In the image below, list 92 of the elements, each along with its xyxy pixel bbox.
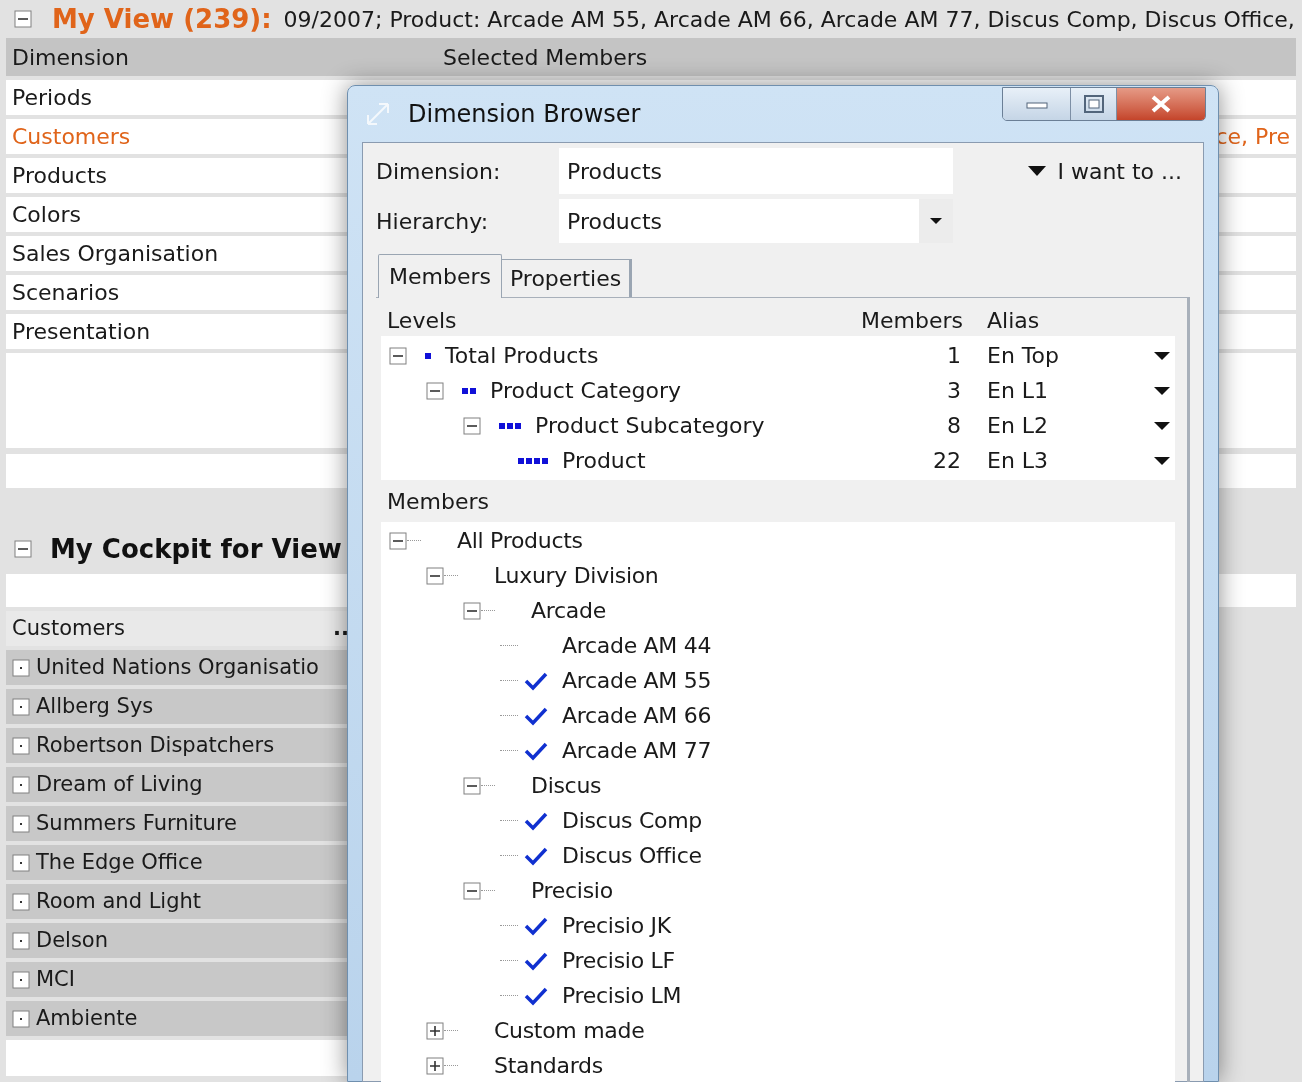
checkmark-icon[interactable] — [524, 670, 548, 691]
column-header: Selected Members — [443, 43, 648, 72]
tree-item[interactable]: Arcade AM 44 — [562, 629, 712, 662]
field-label: Dimension: — [376, 157, 502, 186]
checkmark-icon[interactable] — [524, 915, 548, 936]
tree-item[interactable]: Discus Comp — [562, 804, 702, 837]
column-header: Alias — [987, 306, 1040, 335]
tree-item[interactable]: Precisio LM — [562, 979, 682, 1012]
cockpit-title: My Cockpit for View — [50, 532, 342, 566]
list-header: Customers — [11, 614, 125, 642]
collapse-icon[interactable] — [463, 881, 481, 900]
level-icon — [499, 421, 523, 430]
resize-icon — [364, 100, 392, 128]
level-name[interactable]: Product — [562, 444, 646, 477]
customer-item[interactable]: MCI — [36, 963, 75, 996]
tree-item[interactable]: Precisio — [531, 874, 613, 907]
dimension-row[interactable]: Periods — [6, 81, 93, 114]
tree-item[interactable]: Arcade AM 55 — [562, 664, 712, 697]
tree-item[interactable]: Discus — [531, 769, 602, 802]
hierarchy-dropdown[interactable]: Products — [559, 199, 953, 243]
level-icon — [425, 351, 433, 360]
collapse-icon[interactable] — [14, 10, 32, 28]
collapse-icon[interactable] — [463, 776, 481, 795]
view-title: My View (239): — [52, 2, 272, 36]
checkmark-icon[interactable] — [524, 950, 548, 971]
checkmark-icon[interactable] — [524, 985, 548, 1006]
checkmark-icon[interactable] — [524, 740, 548, 761]
tree-item[interactable]: Standards — [494, 1049, 603, 1082]
window-title: Dimension Browser — [408, 99, 641, 130]
collapse-icon[interactable] — [426, 566, 444, 585]
level-icon — [518, 456, 550, 465]
collapse-icon[interactable] — [389, 531, 407, 550]
column-header: Members — [861, 306, 961, 335]
member-count: 8 — [946, 412, 961, 440]
more-text: .. — [333, 614, 350, 642]
level-icon — [462, 386, 478, 395]
dimension-row[interactable]: Customers — [6, 120, 131, 153]
tree-item[interactable]: Luxury Division — [494, 559, 659, 592]
checkmark-icon[interactable] — [524, 845, 548, 866]
collapse-icon[interactable] — [463, 601, 481, 620]
tree-item[interactable]: Discus Office — [562, 839, 702, 872]
alias-dropdown[interactable]: En L2 — [987, 409, 1175, 442]
column-header: Levels — [386, 306, 458, 335]
dimension-row[interactable]: Colors — [6, 198, 81, 231]
member-count: 22 — [932, 447, 961, 475]
dimension-row[interactable]: Products — [6, 159, 107, 192]
tree-item[interactable]: Precisio JK — [562, 909, 671, 942]
caret-icon — [1153, 385, 1171, 396]
tree-item[interactable]: Arcade AM 77 — [562, 734, 712, 767]
caret-icon — [1153, 455, 1171, 466]
level-name[interactable]: Product Category — [490, 374, 682, 407]
minimize-icon — [1025, 99, 1048, 109]
alias-dropdown[interactable]: En L1 — [987, 374, 1175, 407]
minimize-button[interactable] — [1003, 88, 1071, 120]
close-button[interactable] — [1117, 88, 1205, 120]
collapse-icon[interactable] — [389, 346, 407, 365]
tree-item[interactable]: All Products — [457, 524, 583, 557]
alias-dropdown[interactable]: En Top — [987, 339, 1175, 372]
options-menu[interactable]: I want to ... — [1027, 154, 1190, 188]
member-count: 1 — [946, 342, 961, 370]
dimension-row[interactable]: Sales Organisation — [6, 237, 219, 270]
level-name[interactable]: Product Subcategory — [535, 409, 765, 442]
expand-icon[interactable] — [426, 1056, 444, 1075]
customer-item[interactable]: Delson — [36, 924, 109, 957]
caret-icon — [929, 217, 943, 225]
caret-icon — [1027, 165, 1048, 177]
tree-item[interactable]: Precisio LF — [562, 944, 675, 977]
collapse-icon[interactable] — [426, 381, 444, 400]
collapse-icon[interactable] — [14, 540, 32, 558]
checkmark-icon[interactable] — [524, 810, 548, 831]
tab[interactable]: Properties — [501, 259, 633, 297]
dimension-field[interactable]: Products — [559, 148, 953, 194]
dimension-row[interactable]: Scenarios — [6, 276, 120, 309]
tree-item[interactable]: Arcade — [531, 594, 606, 627]
tree-item[interactable]: Custom made — [494, 1014, 645, 1047]
alias-dropdown[interactable]: En L3 — [987, 444, 1175, 477]
close-icon — [1149, 94, 1173, 114]
caret-icon — [1153, 420, 1171, 431]
section-label: Members — [386, 488, 490, 516]
view-summary: 09/2007; Product: Arcade AM 55, Arcade AM 66, Arcade AM 77, Discus Comp, Discus Office, — [283, 5, 1295, 34]
field-label: Hierarchy: — [376, 207, 490, 236]
expand-icon[interactable] — [426, 1021, 444, 1040]
tree-item[interactable]: Arcade AM 66 — [562, 699, 712, 732]
member-count: 3 — [946, 377, 961, 405]
maximize-icon — [1082, 94, 1105, 114]
tab[interactable]: Members — [378, 254, 502, 298]
level-name[interactable]: Total Products — [445, 339, 599, 372]
maximize-button[interactable] — [1071, 88, 1117, 120]
collapse-icon[interactable] — [463, 416, 481, 435]
dimension-row[interactable]: Presentation — [6, 315, 151, 348]
checkmark-icon[interactable] — [524, 705, 548, 726]
column-header: Dimension — [11, 43, 130, 72]
